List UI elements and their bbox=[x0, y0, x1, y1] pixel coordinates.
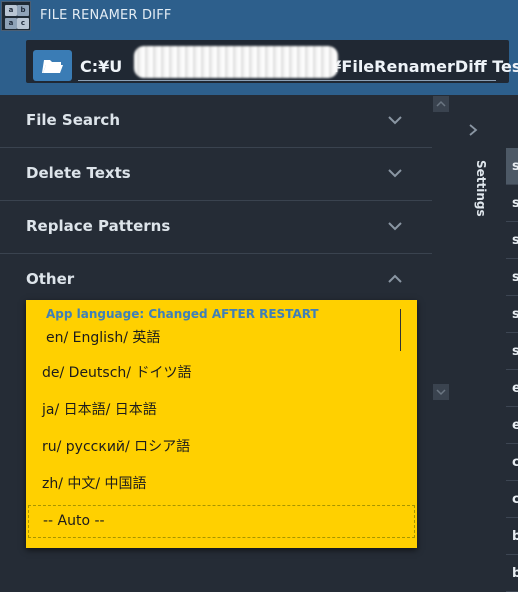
title-bar: a b a c FILE RENAMER DIFF bbox=[0, 0, 518, 32]
scroll-up-button[interactable] bbox=[433, 96, 449, 112]
language-dropdown[interactable]: App language: Changed AFTER RESTART en/ … bbox=[26, 300, 417, 548]
list-item[interactable]: e bbox=[506, 370, 518, 407]
text-caret bbox=[400, 309, 401, 351]
list-item[interactable]: s bbox=[506, 148, 518, 185]
app-logo-icon: a b a c bbox=[1, 1, 31, 31]
list-item[interactable]: c bbox=[506, 444, 518, 481]
language-option-ru[interactable]: ru/ русский/ ロシア語 bbox=[26, 429, 417, 466]
arrow-up-icon bbox=[436, 100, 446, 107]
section-label: Other bbox=[26, 270, 75, 288]
section-delete-texts[interactable]: Delete Texts bbox=[0, 148, 432, 201]
chevron-down-icon bbox=[388, 169, 402, 178]
language-option-ja[interactable]: ja/ 日本語/ 日本語 bbox=[26, 392, 417, 429]
list-item[interactable]: s bbox=[506, 333, 518, 370]
redacted-path-mask bbox=[134, 46, 338, 78]
list-item[interactable]: s bbox=[506, 296, 518, 333]
scroll-down-button[interactable] bbox=[433, 384, 449, 400]
list-item[interactable]: s bbox=[506, 259, 518, 296]
list-item[interactable]: b bbox=[506, 555, 518, 592]
section-replace-patterns[interactable]: Replace Patterns bbox=[0, 201, 432, 254]
chevron-down-icon bbox=[388, 116, 402, 125]
list-item[interactable]: b bbox=[506, 518, 518, 555]
language-selected-value[interactable]: en/ English/ 英語 bbox=[46, 327, 160, 347]
chevron-right-icon[interactable] bbox=[466, 123, 480, 137]
path-prefix: C:¥U bbox=[80, 57, 123, 76]
path-suffix: ¥FileRenamerDiff Test bbox=[330, 57, 518, 76]
list-item[interactable]: c bbox=[506, 481, 518, 518]
list-item[interactable]: e bbox=[506, 407, 518, 444]
section-label: Delete Texts bbox=[26, 164, 131, 182]
path-field[interactable]: C:¥U ¥FileRenamerDiff Test bbox=[26, 40, 518, 83]
section-label: File Search bbox=[26, 111, 120, 129]
list-item[interactable]: s bbox=[506, 222, 518, 259]
chevron-down-icon bbox=[388, 222, 402, 231]
settings-tab[interactable]: Settings bbox=[458, 160, 488, 220]
path-underline bbox=[78, 80, 496, 81]
language-dropdown-header: App language: Changed AFTER RESTART bbox=[46, 307, 319, 321]
app-title: FILE RENAMER DIFF bbox=[40, 8, 172, 23]
path-bar: C:¥U ¥FileRenamerDiff Test bbox=[0, 32, 518, 95]
arrow-down-icon bbox=[436, 389, 446, 396]
panel-splitter[interactable] bbox=[432, 95, 450, 583]
language-option-zh[interactable]: zh/ 中文/ 中国語 bbox=[26, 466, 417, 503]
language-option-auto[interactable]: -- Auto -- bbox=[28, 505, 415, 538]
list-item[interactable]: s bbox=[506, 185, 518, 222]
folder-icon bbox=[42, 60, 63, 73]
chevron-up-icon bbox=[388, 274, 402, 283]
folder-open-button[interactable] bbox=[33, 50, 72, 81]
language-option-de[interactable]: de/ Deutsch/ ドイツ語 bbox=[26, 355, 417, 392]
section-label: Replace Patterns bbox=[26, 217, 171, 235]
section-file-search[interactable]: File Search bbox=[0, 95, 432, 148]
